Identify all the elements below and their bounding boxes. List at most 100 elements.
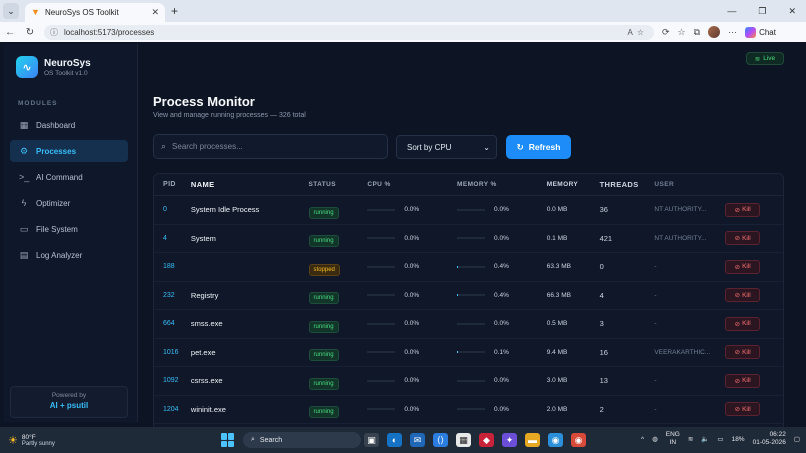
sidebar-menu: ▦ Dashboard ⚙ Processes >_ AI Command ϟ … [10,114,128,270]
kill-button[interactable]: ⊘ Kill [725,259,761,274]
new-tab-icon[interactable]: + [171,4,178,18]
table-row[interactable]: 1204 wininit.exe running 0.0% 0.0% 2.0 MB 2 - ⊘ K… [154,396,783,424]
volume-icon[interactable]: 🔈 [701,435,709,443]
toolbar-right: ⟳ ☆ ⧉ ··· Chat [662,26,776,38]
browser-toolbar: ← ↻ ⓘ localhost:5173/processes A☆ ⟳ ☆ ⧉ … [0,22,806,42]
back-icon[interactable]: ← [0,27,20,38]
kill-button[interactable]: ⊘ Kill [725,288,761,303]
favorites-icon[interactable]: ☆ [678,27,686,38]
read-aloud-favorite-icons[interactable]: A☆ [627,28,648,37]
close-tab-icon[interactable]: ✕ [151,7,159,18]
table-row[interactable]: 0 System Idle Process running 0.0% 0.0% 0.0 M… [154,196,783,225]
minimize-icon[interactable]: — [727,6,736,17]
chevron-up-icon[interactable]: ^ [641,436,644,443]
tab-list-icon[interactable]: ⌄ [3,3,19,19]
status-badge: running [308,206,339,219]
reload-icon[interactable]: ↻ [20,27,40,38]
table-row[interactable]: 1092 csrss.exe running 0.0% 0.0% 3.0 MB 13 - ⊘ Ki… [154,367,783,396]
collections-icon[interactable]: ⧉ [694,27,700,38]
vscode-icon[interactable]: ⟨⟩ [433,433,448,447]
cell-pid: 1204 [163,405,179,413]
taskbar-search-label: Search [259,436,283,444]
header-user[interactable]: USER [654,181,725,188]
header-memory[interactable]: MEMORY [547,181,600,188]
weather-widget[interactable]: ☀ 80°F Partly sunny [8,434,55,447]
header-cpu[interactable]: CPU % [367,181,457,188]
table-row[interactable]: 232 Registry running 0.0% 0.4% 66.3 MB 4 - ⊘ Kill [154,282,783,310]
store-icon[interactable]: ▦ [456,433,471,447]
cpu-pct: 0.0% [404,405,420,413]
kill-icon: ⊘ [734,292,741,300]
outlook-icon[interactable]: ✉ [410,433,425,447]
kill-button[interactable]: ⊘ Kill [725,345,761,360]
copilot-button[interactable]: Chat [745,26,776,38]
table-row[interactable]: 4 System running 0.0% 0.0% 0.1 MB 421 NT AUTHOR… [154,225,783,253]
extensions-icon[interactable]: ⟳ [662,27,670,38]
table-row[interactable]: 664 smss.exe running 0.0% 0.0% 0.5 MB 3 - ⊘ Kill [154,310,783,339]
address-bar[interactable]: ⓘ localhost:5173/processes A☆ [44,24,654,40]
edge-icon[interactable]: ◐ [387,433,402,447]
kill-button[interactable]: ⊘ Kill [725,231,761,246]
clock[interactable]: 06:22 01-05-2026 [753,431,786,447]
header-name[interactable]: NAME [191,180,309,189]
memory-bar [457,408,486,411]
header-status[interactable]: STATUS [309,181,368,188]
sidebar-item-optimizer[interactable]: ϟ Optimizer [10,192,128,214]
cell-pid: 188 [163,263,175,271]
kill-button[interactable]: ⊘ Kill [725,202,761,217]
cell-user: - [654,263,657,271]
close-window-icon[interactable]: ✕ [788,6,796,17]
notification-icon[interactable]: ▢ [794,435,800,443]
sidebar-item-processes[interactable]: ⚙ Processes [10,140,128,162]
refresh-button[interactable]: ↻ Refresh [506,135,571,159]
kill-button[interactable]: ⊘ Kill [725,316,761,331]
lang-bottom: IN [669,439,677,446]
cell-user: - [654,377,657,385]
table-row[interactable]: 1016 pet.exe running 0.0% 0.1% 9.4 MB 16 VEERAK… [154,339,783,367]
cell-cpu: 0.0% [367,377,457,384]
start-icon[interactable] [221,433,235,447]
header-threads[interactable]: THREADS [600,180,655,189]
header-memory-pct[interactable]: MEMORY % [457,181,547,188]
wifi-icon[interactable]: ≋ [688,435,693,443]
tab-title: NeuroSys OS Toolkit [45,8,119,17]
battery-icon[interactable]: ▭ [717,435,723,443]
sidebar-item-file-system[interactable]: ▭ File System [10,218,128,240]
header-pid[interactable]: PID [154,181,191,188]
restore-icon[interactable]: ❐ [758,6,766,17]
tray-app-icon[interactable]: ◍ [652,435,658,443]
status-badge: running [308,349,339,362]
cell-cpu: 0.0% [367,206,457,213]
table-row[interactable]: 188 stopped 0.0% 0.4% 63.3 MB 0 - ⊘ Kill [154,253,783,282]
language-indicator[interactable]: ENG IN [666,431,680,447]
powered-by-label: Powered by [51,392,87,399]
task-view-icon[interactable]: ▣ [364,433,379,447]
app-viewport: ∿ NeuroSys OS Toolkit v1.0 MODULES ▦ Das… [0,42,806,427]
status-badge: running [308,235,339,248]
kill-button[interactable]: ⊘ Kill [725,402,761,417]
taskbar-search[interactable]: ⌕ Search [243,432,361,448]
sidebar-item-ai-command[interactable]: >_ AI Command [10,166,128,188]
more-icon[interactable]: ··· [728,27,737,37]
chrome-icon[interactable]: ◉ [571,433,586,447]
copilot-icon [745,26,757,38]
file-explorer-icon[interactable]: ▬ [525,433,540,447]
chrome-blue-icon[interactable]: ◉ [548,433,563,447]
app-red-icon[interactable]: ◆ [479,433,494,447]
sort-select[interactable]: Sort by CPU ⌄ [396,135,497,159]
cell-pid: 4 [163,234,167,242]
sidebar-item-dashboard[interactable]: ▦ Dashboard [10,114,128,136]
site-info-icon[interactable]: ⓘ [50,27,58,38]
copilot-taskbar-icon[interactable]: ✦ [502,433,517,447]
profile-avatar[interactable] [708,26,721,38]
browser-tab[interactable]: ▼ NeuroSys OS Toolkit ✕ [25,3,165,22]
cpu-pct: 0.0% [404,234,420,242]
cell-pid: 232 [163,291,175,299]
status-badge: running [308,320,339,333]
search-input[interactable] [172,142,373,151]
sun-cloud-icon: ☀ [8,434,18,447]
status-badge: running [308,292,339,305]
kill-button[interactable]: ⊘ Kill [725,373,761,388]
sidebar-item-log-analyzer[interactable]: ▤ Log Analyzer [10,244,128,266]
cell-cpu: 0.0% [367,235,457,242]
